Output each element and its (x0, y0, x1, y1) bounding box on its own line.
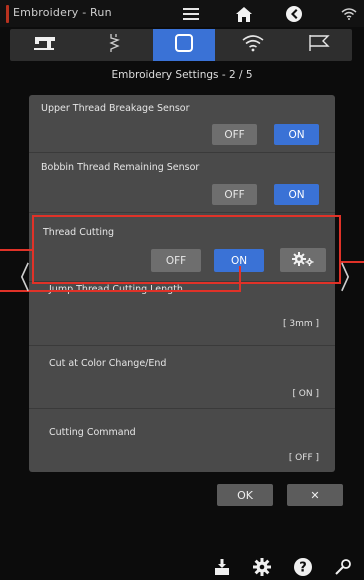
bobbin-thread-off-button[interactable]: OFF (212, 184, 257, 205)
bobbin-thread-on-button[interactable]: ON (274, 184, 319, 205)
next-page-arrow[interactable]: 〉 (340, 254, 362, 299)
back-icon[interactable] (283, 3, 305, 25)
annotation-line-on-vertical (239, 266, 241, 292)
menu-icon[interactable] (180, 3, 202, 25)
page-title: Embroidery Settings - 2 / 5 (111, 69, 253, 81)
jump-thread-value: [ 3mm ] (282, 319, 319, 329)
tab-frame[interactable] (153, 29, 215, 61)
help-icon[interactable]: ? (292, 556, 314, 578)
highlight-box (32, 215, 341, 284)
cutting-command-row[interactable]: Cutting Command [ OFF ] (29, 409, 335, 472)
cut-color-change-value: [ ON ] (292, 389, 319, 399)
prev-page-arrow[interactable]: 〈 (8, 254, 30, 299)
annotation-line-left (0, 249, 33, 251)
upper-thread-on-button[interactable]: ON (274, 124, 319, 145)
screen: Embroidery - Run Embroidery Settings - 2… (0, 0, 364, 580)
svg-text:?: ? (299, 561, 307, 576)
settings-icon[interactable] (251, 556, 273, 578)
close-button[interactable]: ✕ (287, 484, 343, 506)
tab-wireless[interactable] (222, 29, 284, 61)
status-accent (6, 5, 9, 23)
flag-icon (307, 33, 331, 57)
bobbin-thread-label: Bobbin Thread Remaining Sensor (41, 162, 200, 173)
status-title: Embroidery - Run (13, 6, 112, 19)
tab-stitch[interactable] (84, 29, 146, 61)
stitch-icon (107, 32, 123, 58)
wifi-icon (338, 3, 360, 25)
tools-icon[interactable] (332, 556, 354, 578)
cutting-command-value: [ OFF ] (288, 453, 319, 463)
download-icon[interactable] (211, 556, 233, 578)
frame-icon (173, 32, 195, 58)
bobbin-thread-row: Bobbin Thread Remaining Sensor OFF ON (29, 153, 335, 210)
home-icon[interactable] (233, 3, 255, 25)
tab-sewing[interactable] (15, 29, 77, 61)
ok-button[interactable]: OK (217, 484, 273, 506)
upper-thread-off-button[interactable]: OFF (212, 124, 257, 145)
tab-bar (10, 29, 352, 61)
cut-color-change-row[interactable]: Cut at Color Change/End [ ON ] (29, 346, 335, 406)
wireless-icon (241, 34, 265, 56)
cutting-command-label: Cutting Command (49, 427, 136, 438)
upper-thread-row: Upper Thread Breakage Sensor OFF ON (29, 95, 335, 152)
tab-flag[interactable] (288, 29, 350, 61)
cut-color-change-label: Cut at Color Change/End (49, 358, 167, 369)
status-bar: Embroidery - Run (0, 0, 364, 27)
sewing-machine-icon (33, 35, 59, 55)
annotation-line-on (0, 290, 241, 292)
upper-thread-label: Upper Thread Breakage Sensor (41, 103, 190, 114)
